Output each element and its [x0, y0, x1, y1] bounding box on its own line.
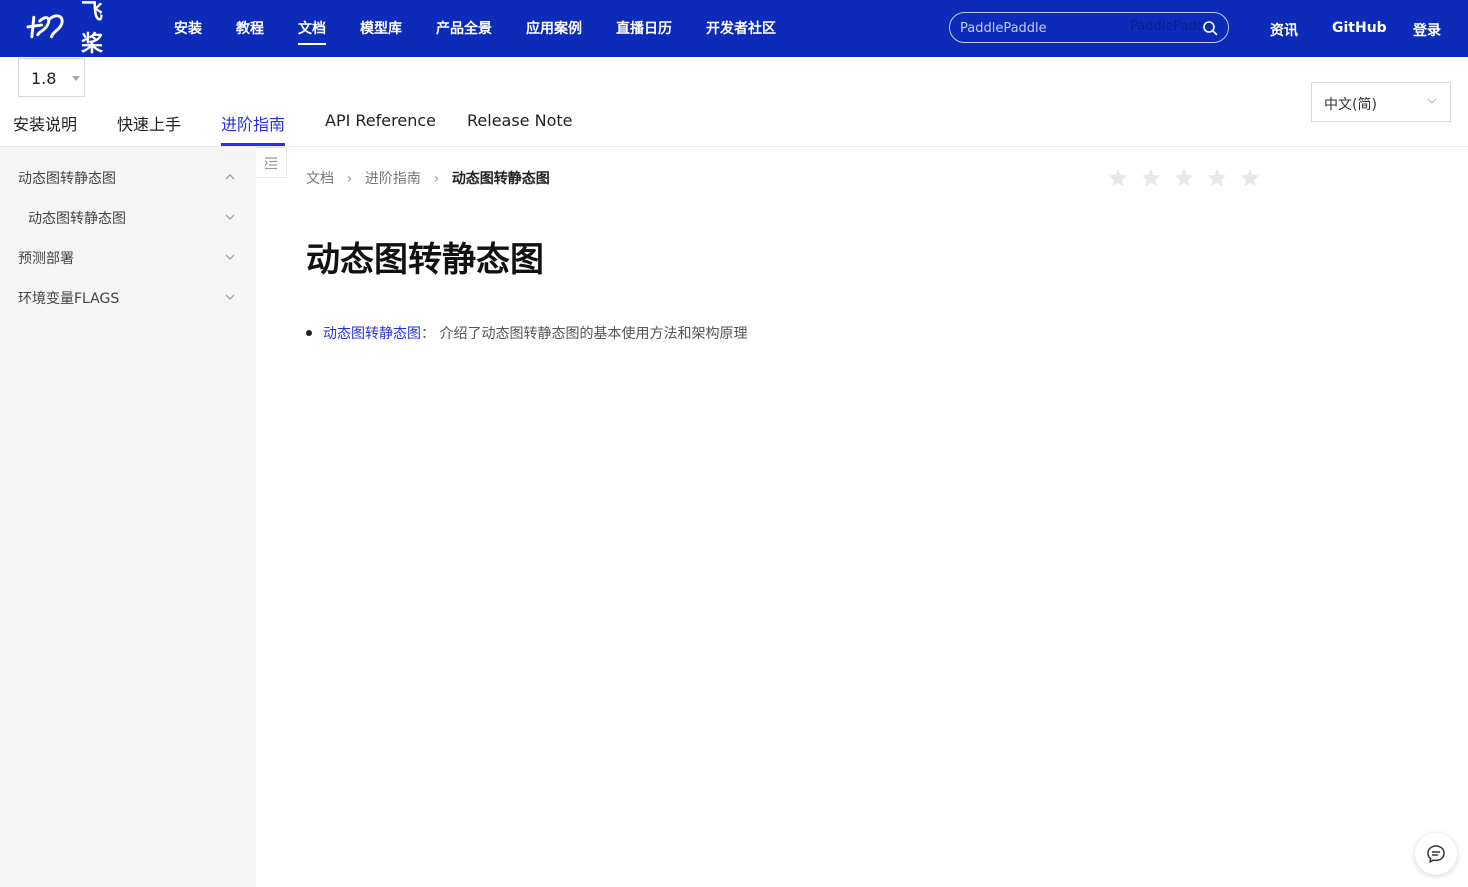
top-navbar: 飞桨 安装 教程 文档 模型库 产品全景 应用案例 直播日历 开发者社区 Pad… — [0, 0, 1468, 57]
sidebar-item-dy2static-sub[interactable]: 动态图转静态图 — [0, 197, 256, 237]
chevron-down-icon — [225, 254, 235, 260]
chat-feedback-icon — [1427, 845, 1445, 863]
search-icon[interactable] — [1202, 20, 1218, 36]
breadcrumb-docs[interactable]: 文档 — [306, 171, 334, 187]
nav-item-live-calendar[interactable]: 直播日历 — [616, 18, 672, 38]
nav-item-install[interactable]: 安装 — [174, 18, 202, 38]
sidebar-item-dy2static[interactable]: 动态图转静态图 — [0, 157, 256, 197]
chevron-up-icon — [225, 174, 235, 180]
nav-item-products[interactable]: 产品全景 — [436, 18, 492, 38]
breadcrumb-advanced-guide[interactable]: 进阶指南 — [365, 171, 421, 187]
page-title: 动态图转静态图 — [306, 240, 544, 280]
bullet-icon — [306, 330, 312, 336]
list-item: 动态图转静态图： 介绍了动态图转静态图的基本使用方法和架构原理 — [306, 323, 747, 343]
language-select[interactable]: 中文(简) — [1311, 82, 1451, 122]
version-select[interactable]: 1.8 — [18, 58, 85, 97]
brand-logo-text: 飞桨 — [80, 0, 104, 57]
list-item-description: 介绍了动态图转静态图的基本使用方法和架构原理 — [439, 326, 748, 342]
star-icon[interactable] — [1107, 167, 1129, 189]
sidebar-item-label: 动态图转静态图 — [18, 171, 116, 187]
caret-down-icon — [72, 76, 80, 81]
search-input[interactable] — [960, 18, 1130, 38]
sidebar-item-label: 动态图转静态图 — [28, 211, 126, 227]
list-indent-icon — [264, 157, 277, 170]
chevron-down-icon — [225, 214, 235, 220]
news-link[interactable]: 资讯 — [1270, 20, 1298, 40]
sidebar-item-label: 预测部署 — [18, 251, 74, 267]
login-link[interactable]: 登录 — [1413, 20, 1441, 40]
star-icon[interactable] — [1239, 167, 1261, 189]
sidebar-item-label: 环境变量FLAGS — [18, 291, 120, 307]
nav-item-docs[interactable]: 文档 — [298, 18, 326, 45]
breadcrumb-separator-icon: › — [433, 171, 440, 187]
nav-item-community[interactable]: 开发者社区 — [706, 18, 776, 38]
doc-link-dy2static[interactable]: 动态图转静态图 — [323, 326, 421, 342]
feedback-button[interactable] — [1415, 833, 1457, 875]
star-icon[interactable] — [1173, 167, 1195, 189]
version-select-value: 1.8 — [31, 69, 57, 88]
nav-item-models[interactable]: 模型库 — [360, 18, 402, 38]
search-ghost-text: PaddlePaddle — [1130, 19, 1202, 34]
rating-stars — [1107, 167, 1267, 189]
star-icon[interactable] — [1206, 167, 1228, 189]
language-select-value: 中文(简) — [1324, 97, 1377, 113]
breadcrumb: 文档 › 进阶指南 › 动态图转静态图 — [306, 168, 550, 188]
github-link[interactable]: GitHub — [1332, 20, 1387, 36]
sidebar-item-inference-deploy[interactable]: 预测部署 — [0, 237, 256, 277]
chevron-down-icon — [1427, 98, 1437, 104]
list-item-separator: ： — [421, 326, 435, 342]
tab-release-note[interactable]: Release Note — [467, 111, 572, 130]
tab-advanced-guide[interactable]: 进阶指南 — [221, 111, 285, 135]
sidebar-item-env-flags[interactable]: 环境变量FLAGS — [0, 277, 256, 317]
paddlepaddle-logo-icon — [26, 14, 64, 39]
nav-item-tutorial[interactable]: 教程 — [236, 18, 264, 38]
nav-item-cases[interactable]: 应用案例 — [526, 18, 582, 38]
tab-install-guide[interactable]: 安装说明 — [13, 111, 77, 135]
chevron-down-icon — [225, 294, 235, 300]
sidebar: 动态图转静态图 动态图转静态图 预测部署 环境变量FLAGS — [0, 147, 256, 887]
star-icon[interactable] — [1140, 167, 1162, 189]
tab-quick-start[interactable]: 快速上手 — [117, 111, 181, 135]
brand-logo[interactable]: 飞桨 — [26, 0, 126, 57]
toggle-sidebar-button[interactable] — [256, 147, 287, 178]
breadcrumb-current: 动态图转静态图 — [451, 171, 550, 187]
search-box: PaddlePaddle — [949, 12, 1229, 43]
tab-api-reference[interactable]: API Reference — [325, 111, 436, 130]
breadcrumb-separator-icon: › — [346, 171, 353, 187]
